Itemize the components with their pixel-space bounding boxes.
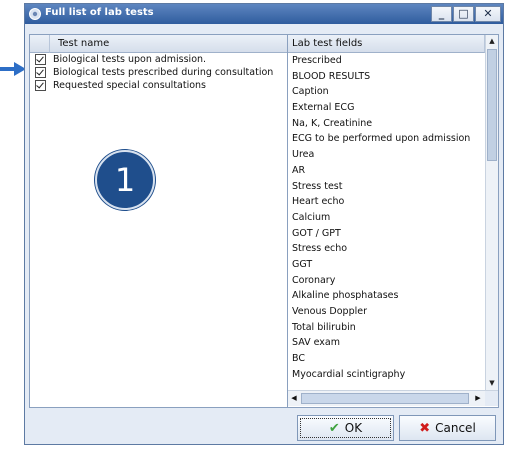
field-item[interactable]: BLOOD RESULTS — [288, 69, 485, 85]
scroll-left-arrow-icon[interactable]: ◀ — [288, 392, 300, 405]
test-checkbox[interactable] — [35, 67, 46, 78]
field-item[interactable]: BC — [288, 351, 485, 367]
window-title: Full list of lab tests — [45, 7, 154, 18]
horizontal-scrollbar[interactable]: ◀ ▶ — [288, 390, 498, 406]
lab-tests-dialog: Full list of lab tests _ □ ✕ Test name B… — [24, 3, 504, 445]
pointer-arrow-icon — [0, 62, 26, 76]
field-item[interactable]: GGT — [288, 257, 485, 273]
vertical-scrollbar[interactable]: ▲ ▼ — [485, 35, 498, 390]
check-icon: ✔ — [328, 421, 340, 436]
test-row-special[interactable]: Requested special consultations — [30, 79, 286, 92]
close-button[interactable]: ✕ — [475, 6, 501, 22]
field-item[interactable]: ECG to be performed upon admission — [288, 131, 485, 147]
test-row-consultation[interactable]: Biological tests prescribed during consu… — [30, 66, 286, 79]
checkbox-column-header[interactable] — [30, 35, 50, 53]
field-item[interactable]: Stress test — [288, 179, 485, 195]
scrollbar-corner — [485, 391, 498, 406]
test-name-column-header[interactable]: Test name — [50, 35, 287, 53]
field-item[interactable]: Stress echo — [288, 241, 485, 257]
test-label: Requested special consultations — [53, 80, 207, 91]
field-item[interactable]: Prescribed — [288, 53, 485, 69]
lab-test-fields-pane: Lab test fields Prescribed BLOOD RESULTS… — [288, 35, 498, 407]
field-item[interactable]: Coronary — [288, 273, 485, 289]
cancel-button[interactable]: ✖ Cancel — [399, 415, 496, 441]
field-item[interactable]: Heart echo — [288, 194, 485, 210]
field-item[interactable]: Venous Doppler — [288, 304, 485, 320]
x-icon: ✖ — [419, 421, 431, 436]
scroll-right-arrow-icon[interactable]: ▶ — [472, 392, 484, 405]
field-item[interactable]: External ECG — [288, 100, 485, 116]
field-item[interactable]: Myocardial scintigraphy — [288, 367, 485, 383]
test-name-pane: Test name Biological tests upon admissio… — [30, 35, 288, 407]
field-item[interactable]: GOT / GPT — [288, 226, 485, 242]
field-item[interactable]: SAV exam — [288, 335, 485, 351]
test-name-list: Biological tests upon admission. Biologi… — [30, 53, 286, 92]
test-row-admission[interactable]: Biological tests upon admission. — [30, 53, 286, 66]
scroll-down-arrow-icon[interactable]: ▼ — [486, 377, 498, 390]
horizontal-scroll-thumb[interactable] — [301, 393, 469, 404]
field-item[interactable]: AR — [288, 163, 485, 179]
test-label: Biological tests upon admission. — [53, 54, 207, 65]
field-item[interactable]: Alkaline phosphatases — [288, 288, 485, 304]
field-item[interactable]: Na, K, Creatinine — [288, 116, 485, 132]
field-item[interactable]: Calcium — [288, 210, 485, 226]
content-panel: Test name Biological tests upon admissio… — [29, 34, 499, 408]
lab-test-fields-column-header[interactable]: Lab test fields — [288, 35, 485, 53]
title-bar[interactable]: Full list of lab tests _ □ ✕ — [25, 4, 503, 24]
ok-button[interactable]: ✔ OK — [297, 415, 394, 441]
cancel-label: Cancel — [435, 421, 476, 435]
test-label: Biological tests prescribed during consu… — [53, 67, 274, 78]
maximize-button[interactable]: □ — [453, 6, 474, 22]
step-number-badge: 1 — [95, 150, 155, 210]
lab-test-fields-list: Prescribed BLOOD RESULTS Caption Externa… — [288, 53, 485, 390]
minimize-button[interactable]: _ — [431, 6, 452, 22]
field-item[interactable]: Total bilirubin — [288, 320, 485, 336]
scroll-up-arrow-icon[interactable]: ▲ — [486, 35, 498, 48]
test-checkbox[interactable] — [35, 80, 46, 91]
field-item[interactable]: Caption — [288, 84, 485, 100]
test-checkbox[interactable] — [35, 54, 46, 65]
app-gear-icon — [29, 8, 41, 20]
field-item[interactable]: Urea — [288, 147, 485, 163]
ok-label: OK — [344, 421, 363, 435]
vertical-scroll-thumb[interactable] — [487, 49, 497, 161]
